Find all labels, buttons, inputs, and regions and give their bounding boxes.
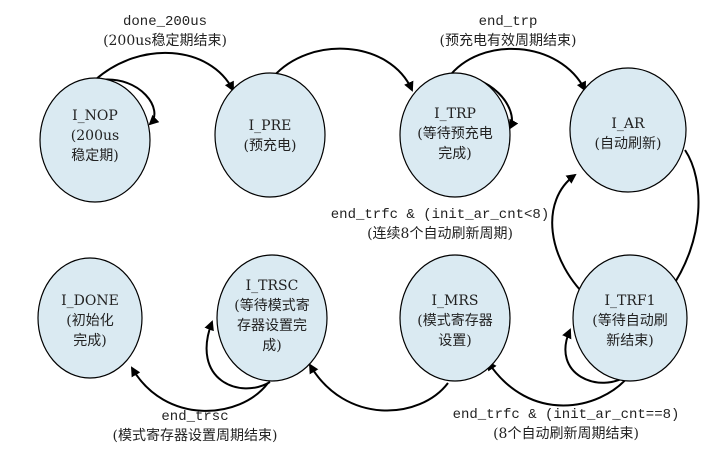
state-name: I_AR: [611, 116, 645, 132]
state-name: I_TRF1: [604, 293, 655, 309]
state-desc: 完成): [73, 333, 106, 349]
state-i-trf1: I_TRF1 (等待自动刷 新结束): [572, 254, 688, 382]
edge-label-cond: end_trfc & (init_ar_cnt==8): [453, 407, 680, 423]
state-name: I_DONE: [61, 293, 119, 309]
state-i-pre: I_PRE (预充电): [214, 72, 326, 198]
edge-ar-trf1: [668, 149, 700, 292]
state-i-ar: I_AR (自动刷新): [569, 67, 687, 193]
state-desc: (预充电): [244, 138, 297, 154]
state-desc: 成): [262, 338, 281, 354]
edge-label-desc: (模式寄存器设置周期结束): [113, 427, 278, 444]
edge-label-desc: (预充电有效周期结束): [440, 33, 577, 49]
edge-label-cond: end_trsc: [161, 409, 228, 425]
state-desc: (等待预充电: [417, 125, 492, 142]
state-desc: 新结束): [606, 333, 653, 349]
state-name: I_NOP: [72, 108, 118, 124]
state-desc: (初始化: [66, 312, 113, 329]
state-i-trp: I_TRP (等待预充电 完成): [399, 72, 511, 198]
edge-label-desc: (200us稳定期结束): [103, 33, 227, 49]
edge-label-cond: done_200us: [123, 14, 207, 30]
state-name: I_TRSC: [246, 278, 299, 294]
edge-label-cond: end_trp: [479, 14, 538, 30]
state-desc: 存器设置完: [237, 318, 307, 334]
state-i-nop: I_NOP (200us 稳定期): [39, 77, 151, 203]
state-i-trsc: I_TRSC (等待模式寄 存器设置完 成): [216, 254, 328, 382]
state-desc: (200us: [71, 128, 119, 144]
state-name: I_TRP: [434, 106, 476, 122]
state-diagram: I_NOP (200us 稳定期) I_PRE (预充电) I_TRP (等待预…: [37, 14, 700, 444]
edge-label-desc: (连续8个自动刷新周期): [367, 225, 513, 242]
edge-label-cond: end_trfc & (init_ar_cnt<8): [331, 207, 549, 223]
edge-label-desc: (8个自动刷新周期结束): [493, 426, 639, 442]
state-i-mrs: I_MRS (模式寄存器 设置): [399, 254, 511, 382]
state-name: I_PRE: [249, 118, 292, 134]
state-desc: 稳定期): [71, 148, 118, 164]
state-desc: (等待自动刷: [592, 312, 667, 329]
state-desc: (模式寄存器: [417, 312, 492, 329]
state-desc: (等待模式寄: [234, 297, 309, 314]
state-desc: (自动刷新): [595, 136, 662, 152]
state-desc: 完成): [438, 146, 471, 162]
state-name: I_MRS: [432, 293, 479, 309]
state-i-done: I_DONE (初始化 完成): [37, 257, 143, 379]
state-desc: 设置): [438, 333, 471, 349]
